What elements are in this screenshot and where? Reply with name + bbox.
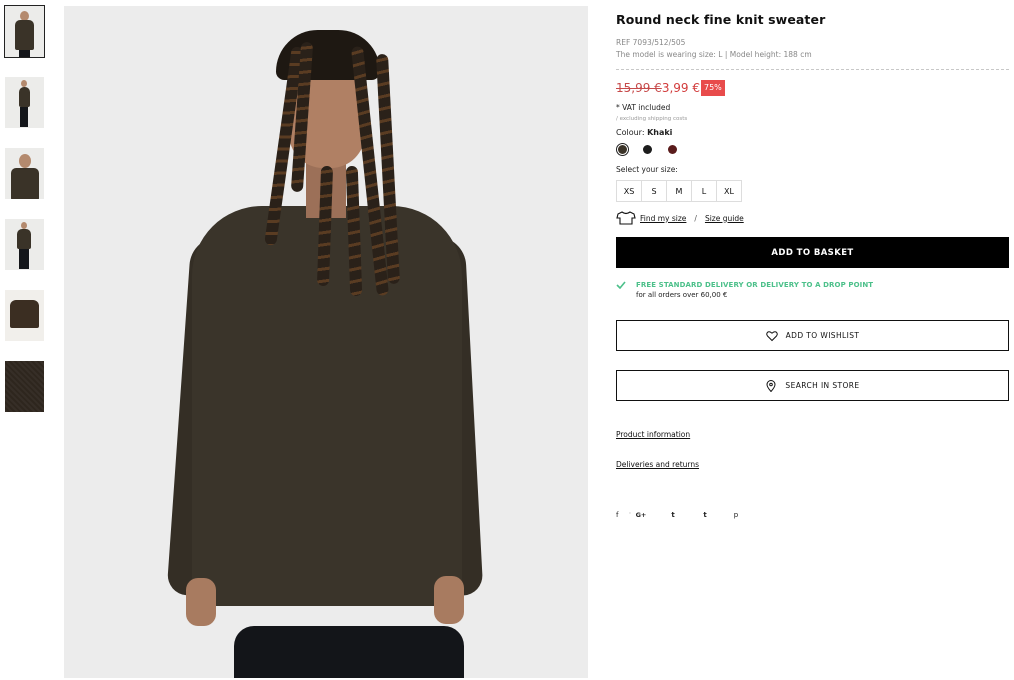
product-ref: REF 7093/512/505 The model is wearing si… (616, 37, 1009, 61)
model-left-hand (186, 578, 216, 626)
add-to-wishlist-button[interactable]: ADD TO WISHLIST (616, 320, 1009, 351)
size-button-xs[interactable]: XS (616, 180, 642, 202)
search-in-store-button[interactable]: SEARCH IN STORE (616, 370, 1009, 401)
delivery-headline: FREE STANDARD DELIVERY OR DELIVERY TO A … (636, 281, 874, 289)
main-product-image[interactable] (64, 6, 588, 678)
search-in-store-label: SEARCH IN STORE (785, 381, 860, 390)
discount-badge: 75% (700, 80, 725, 96)
deliveries-returns-link[interactable]: Deliveries and returns (616, 460, 699, 469)
model-trousers (234, 626, 464, 678)
deliveries-returns-row: Deliveries and returns (616, 452, 1009, 471)
thumbnail-gallery (4, 5, 45, 432)
size-button-xl[interactable]: XL (716, 180, 742, 202)
thumbnail-5[interactable] (5, 290, 44, 341)
size-button-l[interactable]: L (691, 180, 717, 202)
size-help: Find my size / Size guide (616, 210, 1009, 226)
thumbnail-figure (20, 107, 28, 127)
heart-icon (765, 330, 778, 341)
tumblr-icon[interactable]: t (700, 511, 710, 519)
price-row: 15,99 € 3,99 € 75% (616, 80, 1009, 96)
thumbnail-figure (19, 154, 31, 168)
swatch-dot (668, 145, 677, 154)
thumbnail-6[interactable] (5, 361, 44, 412)
colour-label: Colour: Khaki (616, 128, 1009, 137)
social-share: f ' G+ t t p (616, 509, 1009, 521)
delivery-threshold: for all orders over 60,00 € (636, 291, 728, 299)
googleplus-icon[interactable]: G+ (634, 511, 648, 519)
product-information-row: Product information (616, 422, 1009, 441)
thumbnail-1[interactable] (4, 5, 45, 58)
size-selector: XS S M L XL (616, 180, 1009, 202)
size-button-m[interactable]: M (666, 180, 692, 202)
thumbnail-figure (15, 20, 34, 50)
product-reference: REF 7093/512/505 (616, 38, 686, 47)
delivery-text: FREE STANDARD DELIVERY OR DELIVERY TO A … (636, 280, 873, 300)
find-my-size-link[interactable]: Find my size (640, 214, 686, 223)
colour-label-text: Colour: (616, 128, 648, 137)
colour-swatches (616, 143, 1009, 156)
old-price: 15,99 € (616, 81, 662, 95)
product-information-link[interactable]: Product information (616, 430, 690, 439)
share-separator: ' (629, 511, 631, 519)
sale-price: 3,99 € (661, 81, 700, 95)
product-title: Round neck fine knit sweater (616, 12, 826, 27)
size-guide-link[interactable]: Size guide (705, 214, 744, 223)
location-pin-icon (766, 379, 776, 392)
delivery-info: FREE STANDARD DELIVERY OR DELIVERY TO A … (616, 280, 1009, 300)
check-icon (616, 281, 626, 289)
thumbnail-figure (19, 87, 30, 107)
thumbnail-figure (17, 229, 31, 249)
thumbnail-2[interactable] (5, 77, 44, 128)
model-right-hand (434, 576, 464, 624)
thumbnail-figure (19, 50, 30, 57)
thumbnail-figure (11, 168, 39, 199)
tshirt-icon (616, 211, 636, 225)
thumbnail-figure (19, 249, 29, 269)
size-button-s[interactable]: S (641, 180, 667, 202)
divider (616, 69, 1009, 70)
thumbnail-figure (21, 80, 27, 87)
vat-note: * VAT included (616, 103, 671, 112)
thumbnail-4[interactable] (5, 219, 44, 270)
twitter-icon[interactable]: t (668, 511, 678, 519)
model-info: The model is wearing size: L | Model hei… (616, 50, 812, 59)
add-to-basket-button[interactable]: ADD TO BASKET (616, 237, 1009, 268)
shipping-note: / excluding shipping costs (616, 116, 688, 122)
thumbnail-3[interactable] (5, 148, 44, 199)
thumbnail-figure (21, 222, 27, 229)
colour-swatch-black[interactable] (641, 143, 654, 156)
product-info-panel: Round neck fine knit sweater REF 7093/51… (616, 12, 1009, 521)
thumbnail-sweater (10, 300, 39, 328)
colour-value: Khaki (647, 128, 673, 137)
swatch-dot (618, 145, 627, 154)
pinterest-icon[interactable]: p (731, 511, 741, 519)
colour-swatch-burgundy[interactable] (666, 143, 679, 156)
facebook-icon[interactable]: f (616, 511, 626, 519)
size-label: Select your size: (616, 165, 678, 174)
colour-swatch-khaki[interactable] (616, 143, 629, 156)
swatch-dot (643, 145, 652, 154)
size-separator: / (694, 213, 697, 223)
wishlist-label: ADD TO WISHLIST (785, 331, 860, 340)
